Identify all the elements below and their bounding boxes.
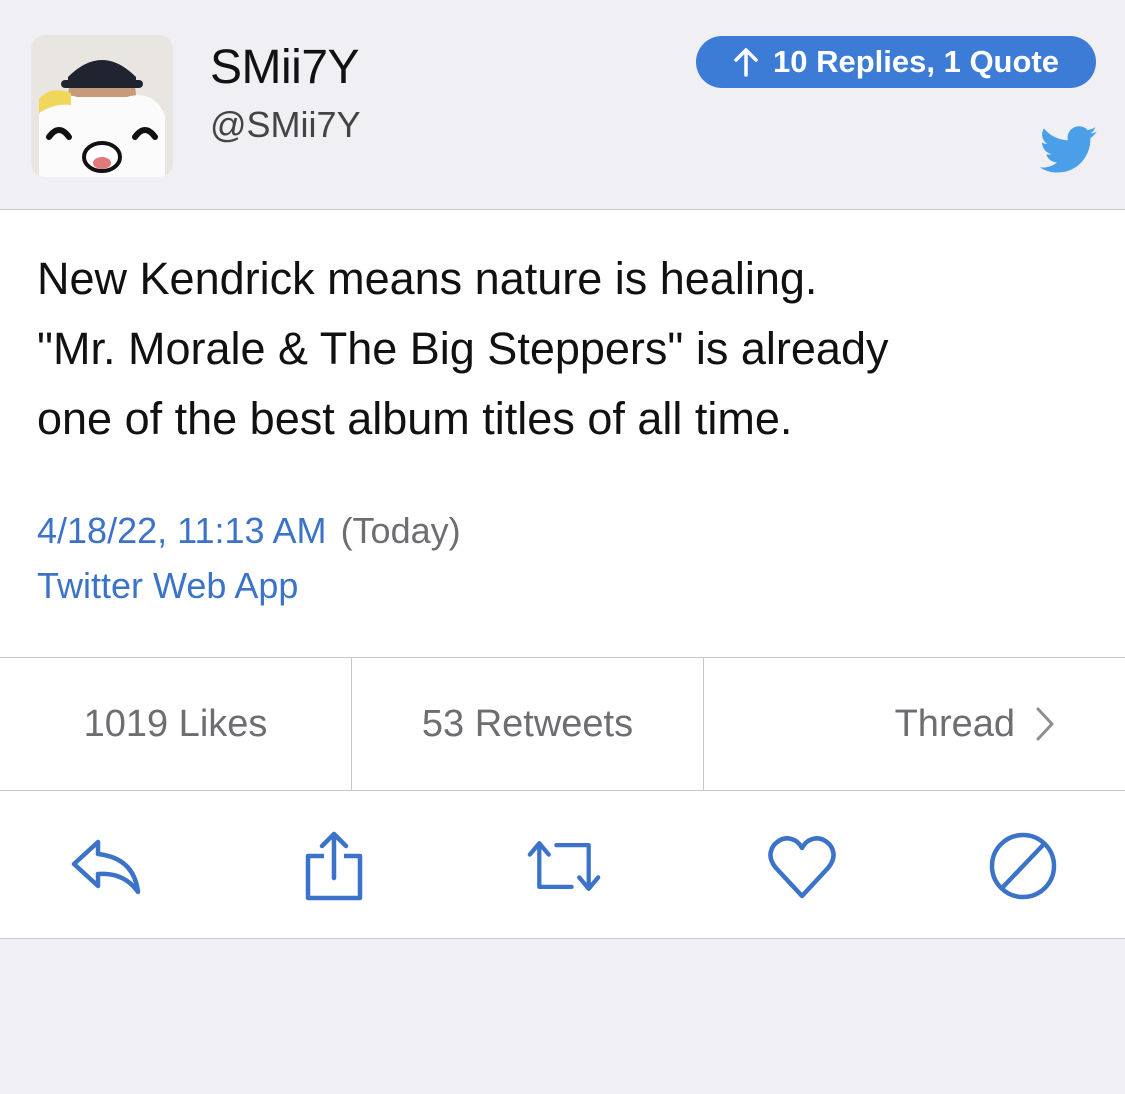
relative-date: (Today) <box>340 510 461 551</box>
tweet-line: "Mr. Morale & The Big Steppers" is alrea… <box>37 323 889 374</box>
tweet-header: SMii7Y @SMii7Y 10 Replies, 1 Quote <box>0 0 1125 210</box>
share-button[interactable] <box>296 828 372 904</box>
avatar[interactable] <box>31 35 173 177</box>
retweets-count: 53 Retweets <box>421 702 634 745</box>
user-handle[interactable]: @SMii7Y <box>210 104 361 146</box>
replies-quote-button[interactable]: 10 Replies, 1 Quote <box>696 36 1096 88</box>
display-name[interactable]: SMii7Y <box>210 40 360 95</box>
heart-icon <box>768 836 836 899</box>
tweet-line: New Kendrick means nature is healing. <box>37 253 818 304</box>
tweet-line: one of the best album titles of all time… <box>37 393 793 444</box>
chevron-right-icon <box>1035 706 1055 742</box>
twitter-bird-icon <box>1040 126 1097 173</box>
timestamp-link[interactable]: 4/18/22, 11:13 AM <box>37 510 327 551</box>
tweet-body: New Kendrick means nature is healing. "M… <box>0 210 1125 939</box>
likes-button[interactable]: 1019 Likes <box>0 658 352 790</box>
block-button[interactable] <box>985 828 1061 904</box>
retweet-button[interactable] <box>526 828 602 904</box>
avatar-image <box>31 35 173 177</box>
share-icon <box>305 831 363 901</box>
tweet-text: New Kendrick means nature is healing. "M… <box>37 244 1097 454</box>
retweets-button[interactable]: 53 Retweets <box>352 658 704 790</box>
retweet-icon <box>527 841 601 891</box>
action-bar <box>0 790 1125 938</box>
reply-icon <box>71 839 141 895</box>
arrow-up-icon <box>734 48 758 77</box>
thread-label: Thread <box>894 702 1015 745</box>
prohibited-icon <box>989 832 1057 900</box>
client-link[interactable]: Twitter Web App <box>37 565 298 607</box>
stats-bar: 1019 Likes 53 Retweets Thread <box>0 657 1125 791</box>
thread-button[interactable]: Thread <box>704 658 1125 790</box>
like-button[interactable] <box>764 828 840 904</box>
reply-button[interactable] <box>68 828 144 904</box>
likes-count: 1019 Likes <box>83 702 268 745</box>
timestamp-row: 4/18/22, 11:13 AM (Today) <box>37 510 461 552</box>
replies-quote-label: 10 Replies, 1 Quote <box>773 44 1059 79</box>
